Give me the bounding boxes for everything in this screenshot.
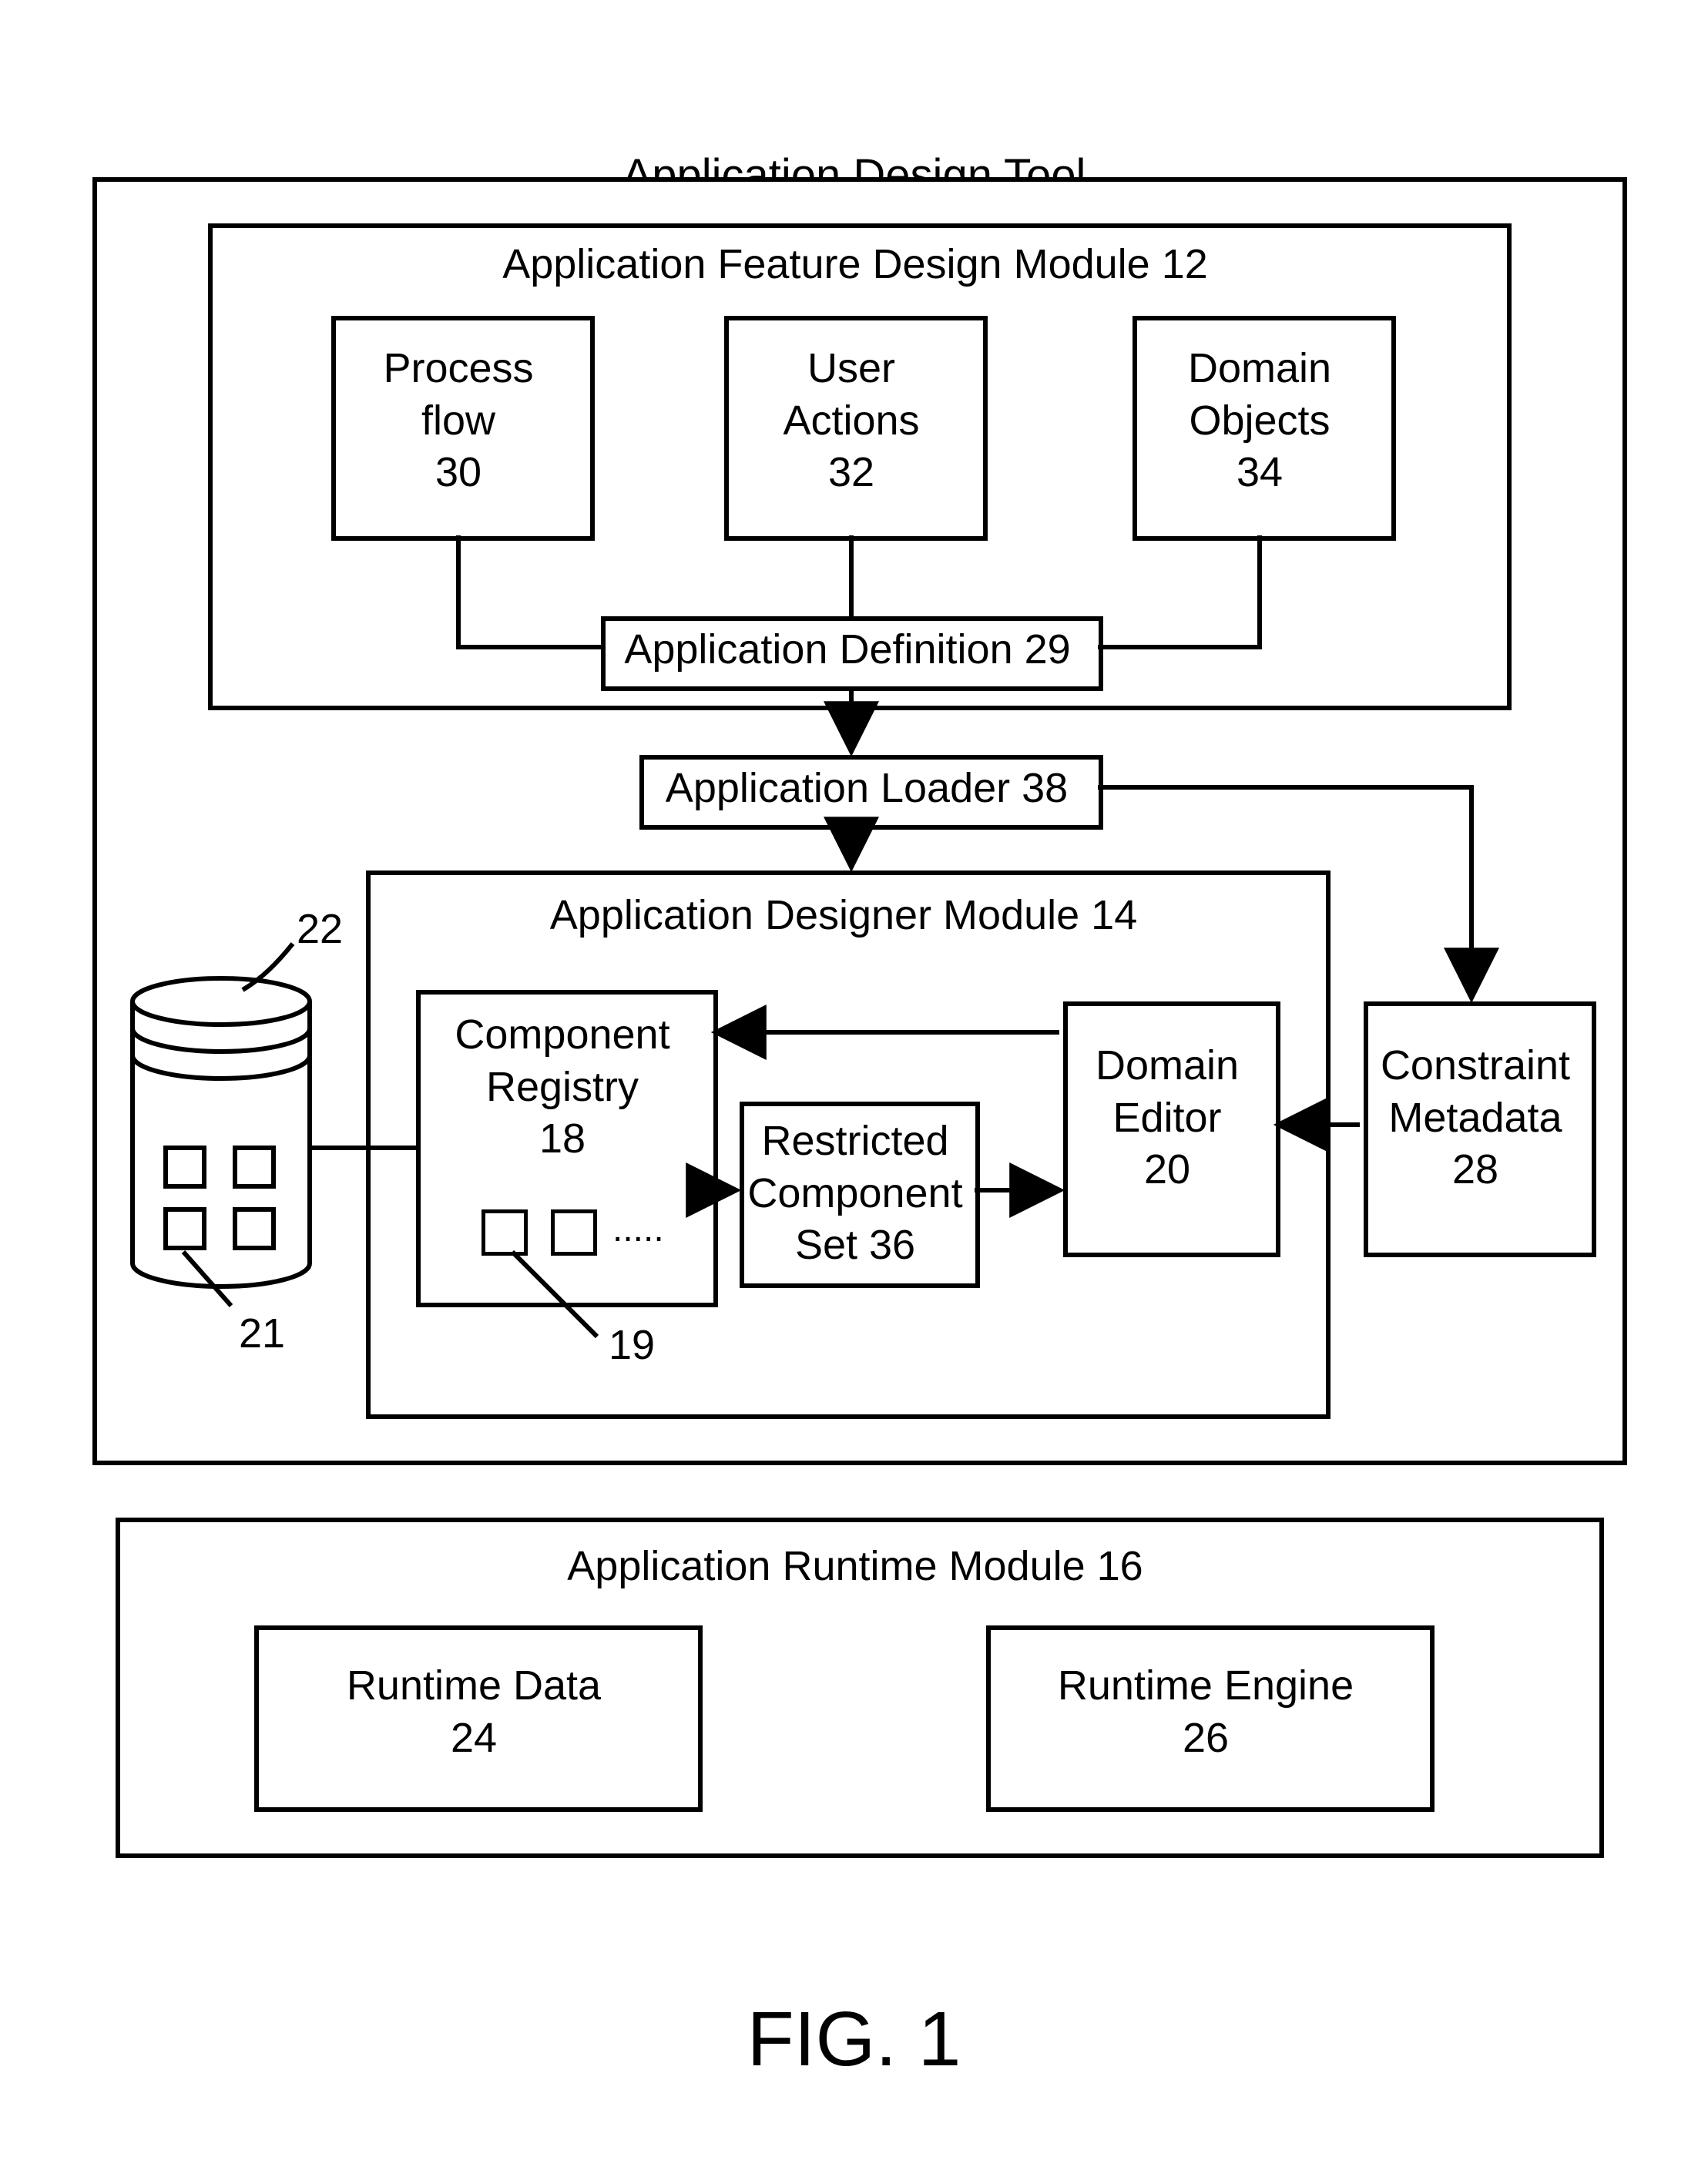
- constraint-num: 28: [1364, 1144, 1587, 1196]
- runtime-engine-num: 26: [986, 1712, 1425, 1765]
- runtime-module-title: Application Runtime Module 16: [116, 1541, 1595, 1593]
- app-definition-text: Application Definition 29: [601, 624, 1094, 676]
- user-actions-num: 32: [724, 447, 978, 499]
- component-registry-l1: Component: [416, 1009, 709, 1062]
- domain-editor-num: 20: [1063, 1144, 1271, 1196]
- restricted-set-text: Restricted Component Set 36: [740, 1115, 971, 1272]
- registry-component-icon: [551, 1209, 597, 1256]
- domain-objects-text: Domain Objects 34: [1133, 343, 1387, 499]
- process-flow-num: 30: [331, 447, 586, 499]
- callout-21: 21: [239, 1310, 285, 1357]
- user-actions-text: User Actions 32: [724, 343, 978, 499]
- domain-editor-l2: Editor: [1063, 1092, 1271, 1145]
- callout-19: 19: [609, 1321, 655, 1369]
- runtime-engine-l1: Runtime Engine: [986, 1660, 1425, 1712]
- diagram-page: Application Design Tool 10 Application F…: [0, 0, 1708, 2167]
- callout-22: 22: [297, 905, 343, 953]
- feature-module-title: Application Feature Design Module 12: [208, 239, 1502, 291]
- runtime-data-l1: Runtime Data: [254, 1660, 693, 1712]
- user-actions-l2: Actions: [724, 395, 978, 448]
- runtime-data-num: 24: [254, 1712, 693, 1765]
- registry-dots: .....: [612, 1208, 664, 1250]
- runtime-data-text: Runtime Data 24: [254, 1660, 693, 1764]
- runtime-engine-text: Runtime Engine 26: [986, 1660, 1425, 1764]
- constraint-metadata-text: Constraint Metadata 28: [1364, 1040, 1587, 1196]
- component-registry-text: Component Registry 18: [416, 1009, 709, 1166]
- domain-objects-num: 34: [1133, 447, 1387, 499]
- restricted-l3: Set 36: [740, 1219, 971, 1272]
- restricted-l2: Component: [740, 1168, 971, 1220]
- figure-caption: FIG. 1: [0, 1995, 1708, 2084]
- constraint-l2: Metadata: [1364, 1092, 1587, 1145]
- constraint-l1: Constraint: [1364, 1040, 1587, 1092]
- designer-module-title: Application Designer Module 14: [366, 890, 1321, 942]
- process-flow-l2: flow: [331, 395, 586, 448]
- user-actions-l1: User: [724, 343, 978, 395]
- registry-component-icon: [482, 1209, 528, 1256]
- app-loader-text: Application Loader 38: [639, 763, 1094, 815]
- process-flow-text: Process flow 30: [331, 343, 586, 499]
- component-registry-num: 18: [416, 1113, 709, 1166]
- component-registry-l2: Registry: [416, 1062, 709, 1114]
- process-flow-l1: Process: [331, 343, 586, 395]
- domain-editor-l1: Domain: [1063, 1040, 1271, 1092]
- domain-editor-text: Domain Editor 20: [1063, 1040, 1271, 1196]
- domain-objects-l1: Domain: [1133, 343, 1387, 395]
- restricted-l1: Restricted: [740, 1115, 971, 1168]
- domain-objects-l2: Objects: [1133, 395, 1387, 448]
